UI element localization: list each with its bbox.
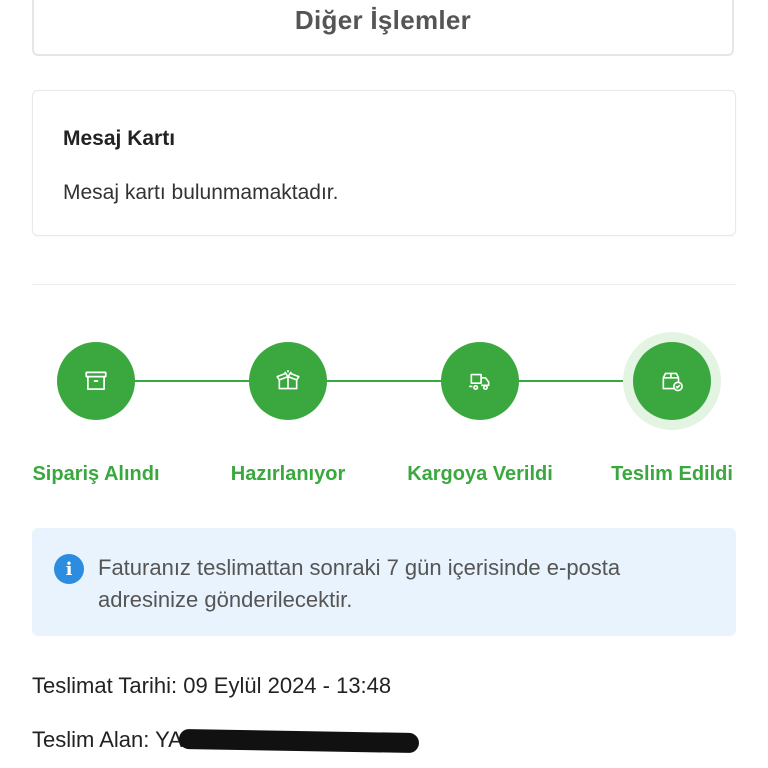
step-order-received <box>57 342 135 420</box>
open-package-icon <box>276 370 300 390</box>
redacted-receiver-name <box>178 729 419 754</box>
message-card-body: Mesaj kartı bulunmamaktadır. <box>63 181 339 204</box>
delivery-date-label: Teslimat Tarihi: <box>32 673 178 698</box>
step-delivered <box>633 342 711 420</box>
section-divider <box>32 284 736 285</box>
tracking-connector <box>326 380 442 382</box>
step-label-order-received: Sipariş Alındı <box>32 463 160 485</box>
tracking-connector <box>134 380 250 382</box>
invoice-notice-text: Faturanız teslimattan sonraki 7 gün içer… <box>98 555 621 612</box>
step-label-shipped: Kargoya Verildi <box>407 463 553 485</box>
package-check-icon <box>662 372 683 392</box>
other-actions-label: Diğer İşlemler <box>294 5 472 35</box>
step-label-delivered: Teslim Edildi <box>611 463 733 485</box>
delivery-truck-icon <box>469 373 490 391</box>
invoice-notice: i Faturanız teslimattan sonraki 7 gün iç… <box>32 528 736 636</box>
other-actions-button[interactable]: Diğer İşlemler <box>32 0 734 56</box>
step-label-preparing: Hazırlanıyor <box>230 463 346 485</box>
tracking-connector <box>518 380 634 382</box>
delivery-date-row: Teslimat Tarihi: 09 Eylül 2024 - 13:48 <box>32 673 391 699</box>
info-icon: i <box>54 554 84 584</box>
step-preparing <box>249 342 327 420</box>
step-shipped <box>441 342 519 420</box>
message-card-title: Mesaj Kartı <box>63 127 176 150</box>
archive-box-icon <box>85 371 107 390</box>
receiver-label: Teslim Alan: <box>32 727 150 752</box>
delivery-date-value: 09 Eylül 2024 - 13:48 <box>183 673 392 698</box>
message-card: Mesaj Kartı Mesaj kartı bulunmamaktadır. <box>32 90 736 236</box>
receiver-row: Teslim Alan: YA <box>32 727 419 754</box>
